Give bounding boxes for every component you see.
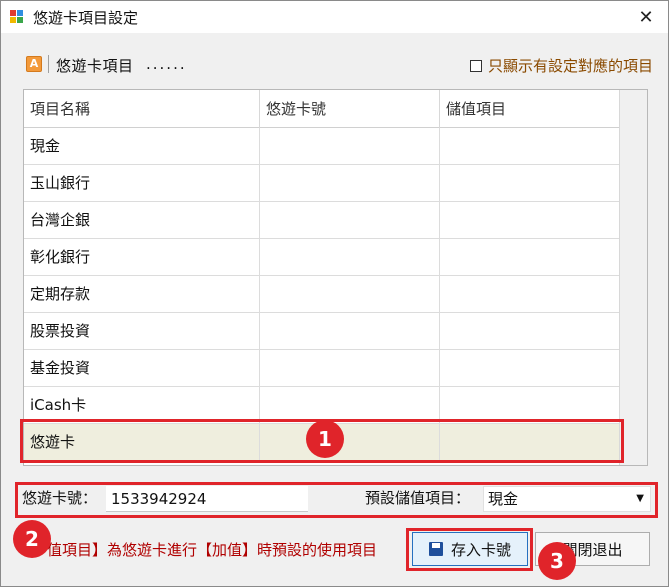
table-row[interactable]: 台灣企銀 xyxy=(24,202,620,239)
title-bar: 悠遊卡項目設定 ✕ xyxy=(1,1,668,33)
table-row[interactable]: 基金投資 xyxy=(24,350,620,387)
cell-stored-item[interactable] xyxy=(440,128,620,164)
settings-window: 悠遊卡項目設定 ✕ A 悠遊卡項目 ...... 只顯示有設定對應的項目 項目名… xyxy=(0,0,669,587)
window-title: 悠遊卡項目設定 xyxy=(33,9,139,27)
annotation-badge-3: 3 xyxy=(538,542,576,580)
app-icon xyxy=(10,10,23,23)
column-header-card[interactable]: 悠遊卡號 xyxy=(260,90,440,128)
close-icon: ✕ xyxy=(638,6,654,28)
table-row[interactable]: 彰化銀行 xyxy=(24,239,620,276)
filter-checkbox[interactable] xyxy=(469,59,482,72)
section-header: A 悠遊卡項目 ...... 只顯示有設定對應的項目 xyxy=(23,53,653,79)
filter-checkbox-label[interactable]: 只顯示有設定對應的項目 xyxy=(488,55,653,76)
table-row[interactable]: 現金 xyxy=(24,128,620,165)
cell-item-name[interactable]: 定期存款 xyxy=(24,276,260,312)
cell-card-number[interactable] xyxy=(260,276,440,312)
cell-card-number[interactable] xyxy=(260,239,440,275)
cell-item-name[interactable]: 彰化銀行 xyxy=(24,239,260,275)
table-row[interactable]: 股票投資 xyxy=(24,313,620,350)
cell-card-number[interactable] xyxy=(260,128,440,164)
cell-stored-item[interactable] xyxy=(440,313,620,349)
cell-stored-item[interactable] xyxy=(440,350,620,386)
cell-stored-item[interactable] xyxy=(440,387,620,423)
section-icon: A xyxy=(26,56,42,72)
annotation-badge-2: 2 xyxy=(13,520,51,558)
cell-card-number[interactable] xyxy=(260,350,440,386)
grid-header: 項目名稱 悠遊卡號 儲值項目 xyxy=(24,90,620,128)
cell-stored-item[interactable] xyxy=(440,165,620,201)
cell-card-number[interactable] xyxy=(260,313,440,349)
cell-item-name[interactable]: 台灣企銀 xyxy=(24,202,260,238)
header-divider xyxy=(48,55,49,73)
filter-checkbox-group[interactable]: 只顯示有設定對應的項目 xyxy=(469,55,653,76)
cell-stored-item[interactable] xyxy=(440,276,620,312)
highlight-input-bar xyxy=(15,482,658,518)
grid-scrollbar[interactable] xyxy=(619,90,647,465)
section-title-dots: ...... xyxy=(146,55,187,73)
section-title: 悠遊卡項目 xyxy=(56,57,134,75)
annotation-badge-1: 1 xyxy=(306,420,344,458)
cell-item-name[interactable]: iCash卡 xyxy=(24,387,260,423)
footer-note: 值項目】為悠遊卡進行【加值】時預設的使用項目 xyxy=(47,541,378,559)
cell-card-number[interactable] xyxy=(260,387,440,423)
table-row[interactable]: 玉山銀行 xyxy=(24,165,620,202)
cell-item-name[interactable]: 基金投資 xyxy=(24,350,260,386)
cell-item-name[interactable]: 現金 xyxy=(24,128,260,164)
column-header-stored[interactable]: 儲值項目 xyxy=(440,90,620,128)
close-button[interactable]: ✕ xyxy=(624,1,668,33)
cell-item-name[interactable]: 玉山銀行 xyxy=(24,165,260,201)
cell-stored-item[interactable] xyxy=(440,239,620,275)
items-grid: 項目名稱 悠遊卡號 儲值項目 現金 玉山銀行 台灣企銀 彰化銀行 定期存款 股票投資 基金投… xyxy=(23,89,648,466)
cell-card-number[interactable] xyxy=(260,202,440,238)
highlight-save-button xyxy=(406,528,533,571)
table-row[interactable]: 定期存款 xyxy=(24,276,620,313)
cell-stored-item[interactable] xyxy=(440,202,620,238)
column-header-name[interactable]: 項目名稱 xyxy=(24,90,260,128)
cell-item-name[interactable]: 股票投資 xyxy=(24,313,260,349)
cell-card-number[interactable] xyxy=(260,165,440,201)
